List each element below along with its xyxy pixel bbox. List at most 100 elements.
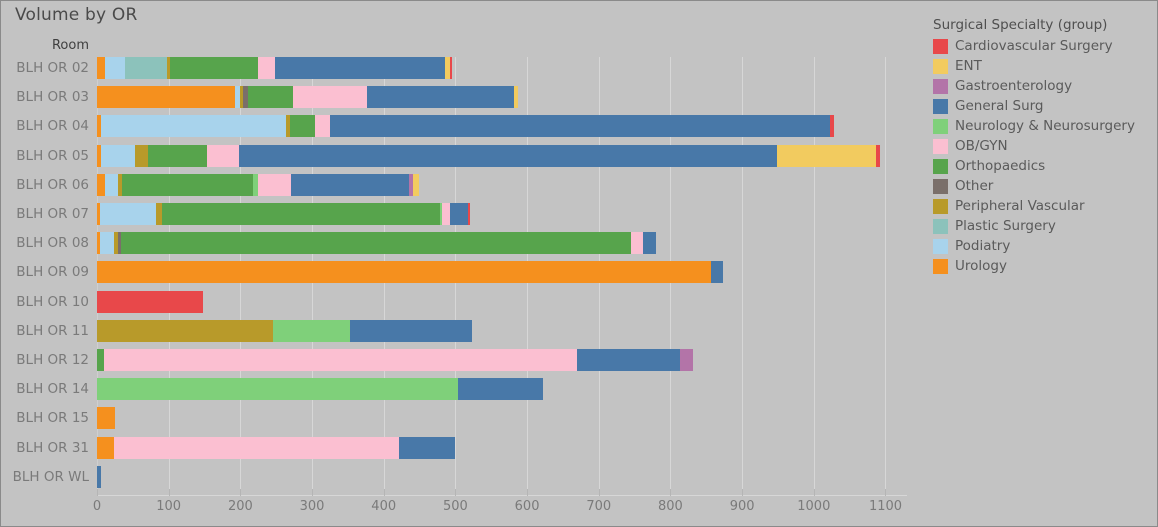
bar-segment[interactable] (680, 349, 694, 371)
row-label: BLH OR 06 (16, 176, 89, 193)
bar-segment[interactable] (97, 290, 204, 313)
bar-segment[interactable] (162, 203, 440, 225)
bar-segment[interactable] (258, 57, 275, 79)
legend-item[interactable]: General Surg (933, 96, 1155, 116)
stacked-bar[interactable] (97, 86, 519, 109)
legend-item[interactable]: Cardiovascular Surgery (933, 36, 1155, 56)
bar-segment[interactable] (104, 349, 578, 371)
bar-segment[interactable] (273, 319, 351, 342)
bar-segment[interactable] (876, 144, 881, 167)
stacked-bar[interactable] (97, 203, 471, 225)
x-axis-tick-label: 800 (658, 499, 683, 514)
stacked-bar[interactable] (97, 115, 834, 138)
stacked-bar[interactable] (97, 57, 453, 79)
legend-item[interactable]: Urology (933, 256, 1155, 276)
bar-segment[interactable] (467, 203, 471, 225)
bar-segment[interactable] (97, 173, 105, 196)
stacked-bar[interactable] (97, 319, 472, 342)
row-axis-header: Room (51, 38, 89, 53)
bar-segment[interactable] (206, 144, 239, 167)
bar-segment[interactable] (630, 232, 644, 255)
x-axis-tick (312, 489, 314, 496)
bar-segment[interactable] (293, 86, 368, 109)
bar-segment[interactable] (413, 173, 419, 196)
x-axis-tick-label: 600 (514, 499, 540, 514)
bar-segment[interactable] (97, 407, 115, 430)
legend-item-label: General Surg (955, 98, 1044, 114)
stacked-bar[interactable] (97, 290, 204, 313)
bar-segment[interactable] (97, 57, 105, 79)
legend-item[interactable]: Peripheral Vascular (933, 196, 1155, 216)
bar-segment[interactable] (643, 232, 657, 255)
x-axis-tick (168, 489, 170, 496)
legend-item[interactable]: Orthopaedics (933, 156, 1155, 176)
legend-item[interactable]: Podiatry (933, 236, 1155, 256)
bar-segment[interactable] (289, 115, 315, 138)
stacked-bar[interactable] (97, 349, 694, 371)
row-label: BLH OR 12 (16, 352, 89, 368)
legend-item[interactable]: Neurology & Neurosurgery (933, 116, 1155, 136)
bar-segment[interactable] (99, 203, 157, 225)
stacked-bar[interactable] (97, 465, 102, 488)
bar-segment[interactable] (830, 115, 834, 138)
stacked-bar[interactable] (97, 378, 543, 401)
bar-segment[interactable] (101, 144, 135, 167)
bar-segment[interactable] (577, 349, 681, 371)
bar-segment[interactable] (121, 232, 631, 255)
bar-segment[interactable] (711, 261, 724, 284)
bar-segment[interactable] (99, 232, 115, 255)
bar-segment[interactable] (122, 173, 253, 196)
bar-segment[interactable] (350, 319, 472, 342)
stacked-bar[interactable] (97, 261, 724, 284)
bar-segment[interactable] (104, 57, 125, 79)
stacked-bar[interactable] (97, 436, 456, 459)
bar-segment[interactable] (97, 465, 102, 488)
row-label: BLH OR 08 (16, 235, 89, 252)
bar-segment[interactable] (247, 86, 294, 109)
bar-segment[interactable] (314, 115, 330, 138)
bar-segment[interactable] (329, 115, 831, 138)
bar-segment[interactable] (777, 144, 877, 167)
bar-segment[interactable] (147, 144, 207, 167)
stacked-bar[interactable] (97, 407, 115, 430)
bar-segment[interactable] (114, 436, 400, 459)
bar-segment[interactable] (442, 203, 451, 225)
bar-segment[interactable] (97, 319, 274, 342)
bar-segment[interactable] (97, 436, 115, 459)
bar-segment[interactable] (101, 115, 286, 138)
bar-segment[interactable] (124, 57, 168, 79)
row-label: BLH OR 09 (16, 264, 89, 281)
bar-segment[interactable] (458, 378, 543, 401)
stacked-bar[interactable] (97, 232, 657, 255)
page-title: Volume by OR (15, 5, 138, 25)
x-axis-tick-label: 400 (371, 499, 397, 514)
bar-segment[interactable] (104, 173, 118, 196)
bar-segment[interactable] (449, 57, 453, 79)
legend-item-label: Neurology & Neurosurgery (955, 118, 1135, 134)
bar-segment[interactable] (238, 144, 778, 167)
legend-item[interactable]: Other (933, 176, 1155, 196)
legend-item[interactable]: OB/GYN (933, 136, 1155, 156)
bar-segment[interactable] (274, 57, 445, 79)
bar-segment[interactable] (367, 86, 515, 109)
x-axis-tick-label: 300 (299, 499, 325, 514)
legend-item[interactable]: Gastroenterology (933, 76, 1155, 96)
bar-segment[interactable] (134, 144, 148, 167)
bar-segment[interactable] (170, 57, 259, 79)
bar-segment[interactable] (97, 86, 235, 109)
bar-segment[interactable] (291, 173, 409, 196)
legend-item[interactable]: Plastic Surgery (933, 216, 1155, 236)
bar-segment[interactable] (399, 436, 456, 459)
row-label: BLH OR 05 (16, 147, 89, 164)
bar-segment[interactable] (97, 378, 459, 401)
legend-item[interactable]: ENT (933, 56, 1155, 76)
legend-color-swatch (933, 38, 948, 54)
stacked-bar[interactable] (97, 173, 419, 196)
bar-segment[interactable] (97, 349, 105, 371)
stacked-bar[interactable] (97, 144, 881, 167)
row-label: BLH OR 03 (16, 89, 89, 106)
bar-segment[interactable] (257, 173, 292, 196)
bar-segment[interactable] (97, 261, 712, 284)
bar-segment[interactable] (450, 203, 468, 225)
bar-segment[interactable] (514, 86, 519, 109)
